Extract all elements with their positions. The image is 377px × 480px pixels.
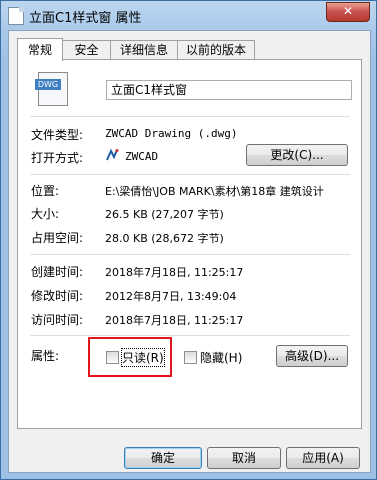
window-title: 立面C1样式窗 属性 [29, 11, 142, 26]
dialog-client: 常规 安全 详细信息 以前的版本 DWG 立面C1样式窗 文件类型: ZWCAD… [8, 30, 371, 473]
ok-button[interactable]: 确定 [124, 447, 202, 469]
attributes-label: 属性: [31, 349, 60, 363]
divider [30, 254, 350, 255]
tab-details[interactable]: 详细信息 [110, 40, 178, 60]
modified-label: 修改时间: [31, 289, 84, 303]
open-with-label: 打开方式: [31, 151, 84, 165]
title-bar[interactable]: 立面C1样式窗 属性 ✕ [1, 1, 376, 29]
change-button[interactable]: 更改(C)... [246, 144, 348, 166]
created-value: 2018年7月18日, 11:25:17 [105, 266, 244, 279]
hidden-checkbox-box[interactable] [184, 351, 197, 364]
divider [30, 335, 350, 336]
open-with-value: ZWCAD [125, 150, 159, 163]
modified-value: 2012年8月7日, 13:49:04 [105, 290, 237, 303]
tab-previous-versions[interactable]: 以前的版本 [177, 40, 255, 60]
created-label: 创建时间: [31, 265, 84, 279]
hidden-checkbox[interactable]: 隐藏(H) [184, 349, 244, 365]
advanced-button[interactable]: 高级(D)... [276, 345, 348, 367]
hidden-checkbox-label[interactable]: 隐藏(H) [200, 349, 242, 366]
dwg-badge: DWG [35, 79, 61, 90]
disk-size-value: 28.0 KB (28,672 字节) [105, 232, 224, 245]
location-label: 位置: [31, 184, 60, 198]
tab-security[interactable]: 安全 [62, 40, 111, 60]
highlight-annotation-box [88, 337, 172, 377]
zwcad-app-icon [105, 148, 119, 162]
dwg-file-icon: DWG [35, 72, 68, 106]
close-button[interactable]: ✕ [326, 2, 370, 22]
cancel-button[interactable]: 取消 [207, 447, 281, 469]
size-value: 26.5 KB (27,207 字节) [105, 208, 224, 221]
accessed-value: 2018年7月18日, 11:25:17 [105, 314, 244, 327]
divider [30, 116, 350, 117]
size-label: 大小: [31, 207, 60, 221]
general-panel: DWG 立面C1样式窗 文件类型: ZWCAD Drawing (.dwg) 打… [17, 59, 362, 429]
apply-button[interactable]: 应用(A) [286, 447, 360, 469]
properties-window: 立面C1样式窗 属性 ✕ 常规 安全 详细信息 以前的版本 DWG 立面C1样式… [0, 0, 377, 480]
tab-general[interactable]: 常规 [17, 38, 63, 61]
file-name-field[interactable]: 立面C1样式窗 [106, 80, 352, 100]
file-type-value: ZWCAD Drawing (.dwg) [105, 127, 238, 140]
location-value: E:\梁倩怡\JOB MARK\素材\第18章 建筑设计 [105, 185, 324, 198]
document-icon [8, 7, 24, 25]
file-type-label: 文件类型: [31, 128, 84, 142]
accessed-label: 访问时间: [31, 313, 84, 327]
disk-size-label: 占用空间: [31, 231, 84, 245]
divider [30, 174, 350, 175]
